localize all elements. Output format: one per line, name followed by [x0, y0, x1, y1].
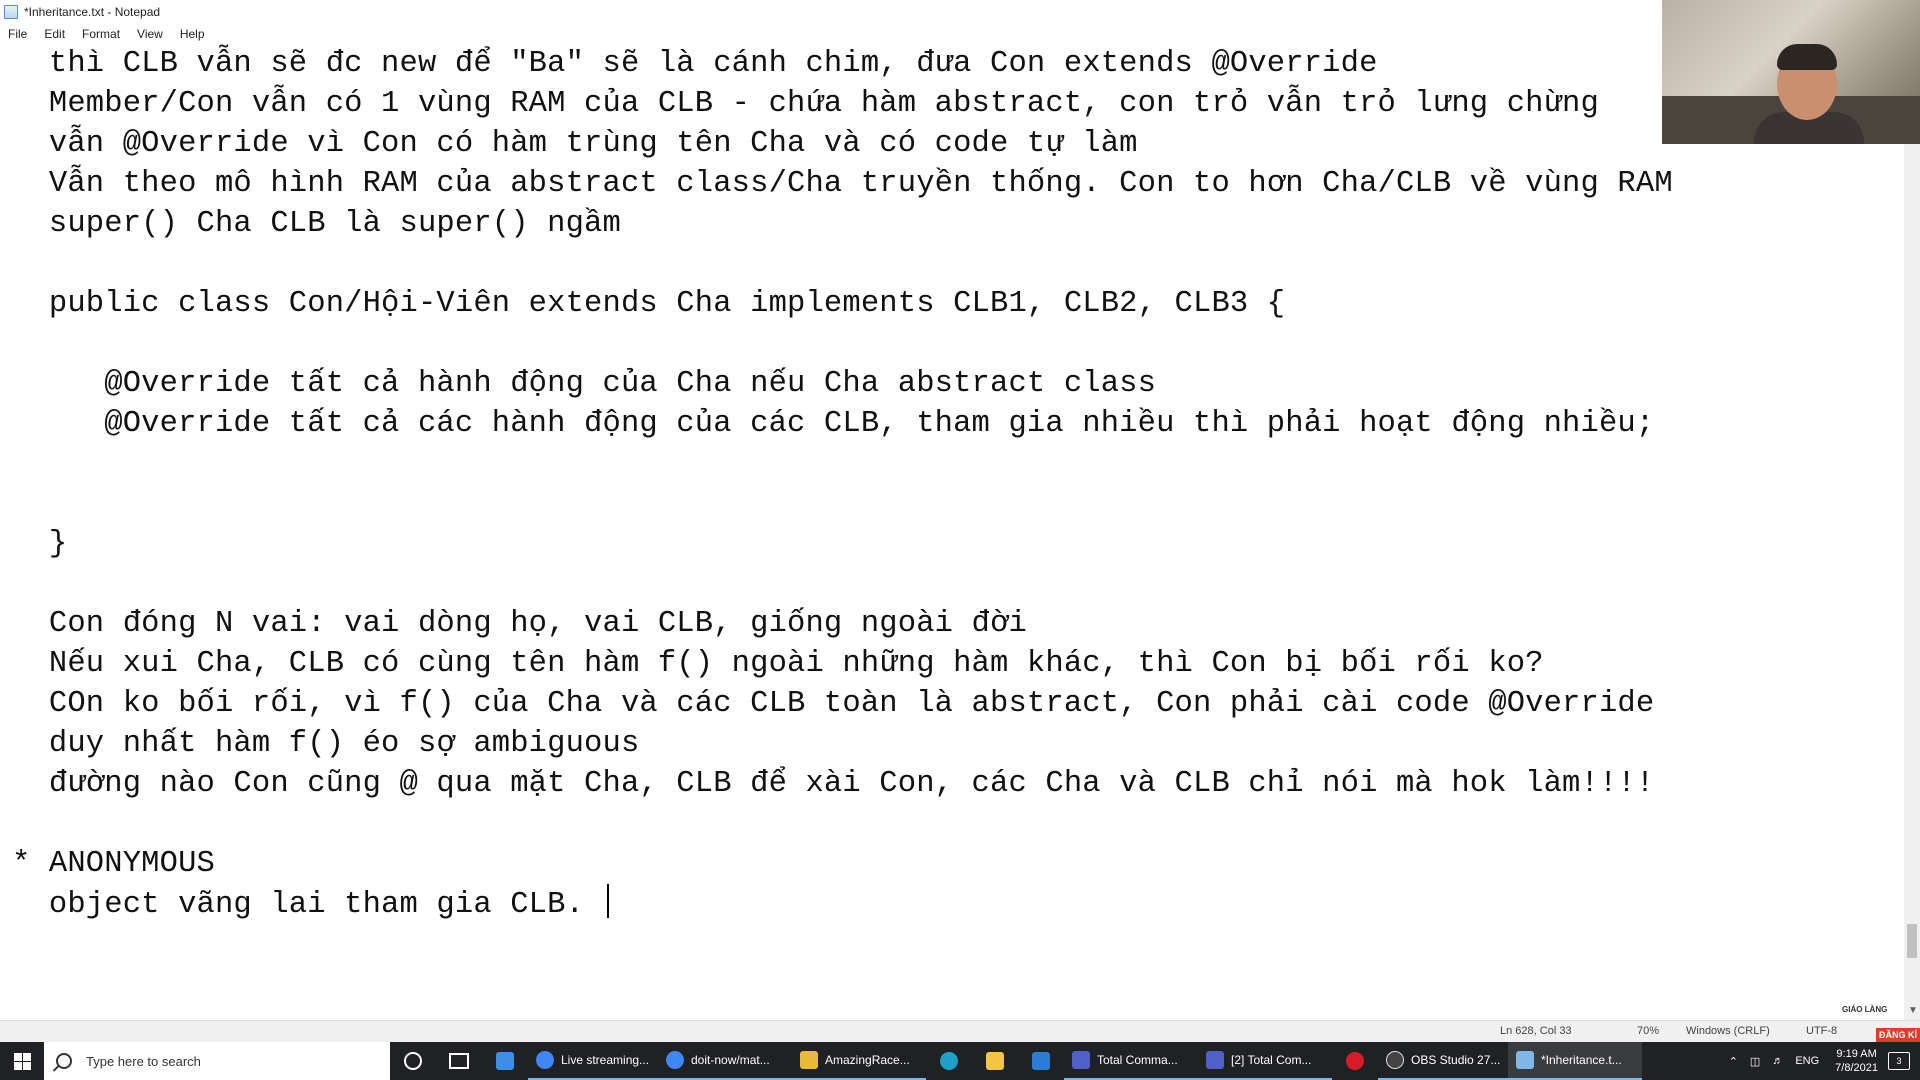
taskbar-app-label: doit-now/mat...: [691, 1053, 770, 1067]
text-caret: [606, 884, 609, 918]
network-icon[interactable]: ◫: [1750, 1055, 1760, 1068]
chrome-icon: [666, 1051, 684, 1069]
taskbar-app-amazingrace[interactable]: AmazingRace...: [792, 1042, 926, 1080]
taskbar-app-label: [2] Total Com...: [1231, 1053, 1312, 1067]
taskbar-app-notepad[interactable]: *Inheritance.t...: [1508, 1042, 1642, 1080]
title-bar: *Inheritance.txt - Notepad: [0, 0, 1920, 24]
mail-icon: [1032, 1052, 1050, 1070]
cortana-icon: [404, 1052, 422, 1070]
menu-view[interactable]: View: [129, 27, 172, 41]
notepad-icon: [4, 5, 18, 19]
opera-icon: [1346, 1052, 1364, 1070]
scrollbar-thumb[interactable]: [1907, 924, 1917, 958]
scroll-down-icon[interactable]: ▼: [1908, 1005, 1918, 1016]
edge-button[interactable]: [926, 1042, 972, 1080]
clock-date: 7/8/2021: [1835, 1062, 1878, 1074]
taskbar-app-total-commander-2[interactable]: [2] Total Com...: [1198, 1042, 1332, 1080]
editor-line: duy nhất hàm f() éo sợ ambiguous: [12, 727, 640, 761]
clock-time: 9:19 AM: [1836, 1048, 1877, 1060]
opera-button[interactable]: [1332, 1042, 1378, 1080]
taskbar: Type here to search Live streaming... do…: [0, 1042, 1920, 1080]
taskbar-search[interactable]: Type here to search: [44, 1042, 390, 1080]
file-explorer-button[interactable]: [972, 1042, 1018, 1080]
taskbar-app-label: *Inheritance.t...: [1541, 1053, 1622, 1067]
menu-file[interactable]: File: [0, 27, 36, 41]
disk-icon: [1072, 1051, 1090, 1069]
edge-icon: [940, 1052, 958, 1070]
clock[interactable]: 9:19 AM 7/8/2021: [1835, 1047, 1878, 1075]
search-placeholder: Type here to search: [86, 1053, 201, 1069]
presenter-hair: [1777, 44, 1837, 70]
editor-line: Con đóng N vai: vai dòng họ, vai CLB, gi…: [12, 607, 1027, 641]
task-view-icon: [449, 1053, 469, 1069]
taskbar-app-label: OBS Studio 27...: [1411, 1053, 1501, 1067]
search-icon: [56, 1053, 72, 1069]
cube-icon: [800, 1051, 818, 1069]
taskbar-app-label: AmazingRace...: [825, 1053, 910, 1067]
notification-icon[interactable]: 3: [1888, 1052, 1910, 1070]
encoding: UTF-8: [1806, 1025, 1838, 1037]
volume-icon[interactable]: ♬: [1772, 1055, 1783, 1067]
editor-line: object vãng lai tham gia CLB.: [12, 884, 609, 925]
windows-logo-icon: [13, 1052, 31, 1070]
cortana-button[interactable]: [390, 1042, 436, 1080]
menu-format[interactable]: Format: [74, 27, 129, 41]
store-button[interactable]: [482, 1042, 528, 1080]
taskbar-app-label: Live streaming...: [561, 1053, 650, 1067]
cursor-position: Ln 628, Col 33: [1500, 1025, 1572, 1037]
editor-line: thì CLB vẫn sẽ đc new để "Ba" sẽ là cánh…: [12, 47, 1378, 81]
line-ending: Windows (CRLF): [1686, 1025, 1770, 1037]
vertical-scrollbar[interactable]: ▼: [1904, 44, 1920, 1020]
editor-line: public class Con/Hội-Viên extends Cha im…: [12, 287, 1286, 321]
editor-line: @Override tất cả các hành động của các C…: [12, 407, 1655, 441]
editor-line: COn ko bối rối, vì f() của Cha và các CL…: [12, 687, 1655, 721]
zoom-level: 70%: [1637, 1025, 1660, 1037]
start-button[interactable]: [0, 1042, 44, 1080]
menu-bar: File Edit Format View Help: [0, 24, 214, 44]
taskbar-app-obs[interactable]: OBS Studio 27...: [1378, 1042, 1508, 1080]
store-icon: [496, 1052, 514, 1070]
taskbar-app-chrome-doit[interactable]: doit-now/mat...: [658, 1042, 792, 1080]
obs-icon: [1386, 1051, 1404, 1069]
editor-line: Nếu xui Cha, CLB có cùng tên hàm f() ngo…: [12, 647, 1544, 681]
editor-line: }: [12, 527, 68, 561]
task-view-button[interactable]: [436, 1042, 482, 1080]
editor-line: vẫn @Override vì Con có hàm trùng tên Ch…: [12, 127, 1138, 161]
folder-icon: [986, 1052, 1004, 1070]
taskbar-app-chrome-stream[interactable]: Live streaming...: [528, 1042, 658, 1080]
subscribe-badge: ĐĂNG KÍ: [1876, 1028, 1920, 1042]
webcam-overlay: [1662, 0, 1920, 144]
channel-brand: GIÁO LÀNG: [1842, 1005, 1888, 1014]
editor-line: super() Cha CLB là super() ngầm: [12, 207, 621, 241]
chevron-up-icon[interactable]: ⌃: [1729, 1055, 1738, 1068]
disk-icon: [1206, 1051, 1224, 1069]
editor-line: @Override tất cả hành động của Cha nếu C…: [12, 367, 1157, 401]
editor-line: Vẫn theo mô hình RAM của abstract class/…: [12, 167, 1673, 201]
chrome-icon: [536, 1051, 554, 1069]
system-tray: ⌃ ◫ ♬ ENG 9:19 AM 7/8/2021 3: [1723, 1042, 1920, 1080]
taskbar-app-label: Total Comma...: [1097, 1053, 1178, 1067]
menu-help[interactable]: Help: [172, 27, 214, 41]
taskbar-app-total-commander[interactable]: Total Comma...: [1064, 1042, 1198, 1080]
notepad-icon: [1516, 1051, 1534, 1069]
mail-button[interactable]: [1018, 1042, 1064, 1080]
language-indicator[interactable]: ENG: [1795, 1055, 1819, 1067]
menu-edit[interactable]: Edit: [36, 27, 74, 41]
editor-line: đường nào Con cũng @ qua mặt Cha, CLB để…: [12, 767, 1655, 801]
window-title: *Inheritance.txt - Notepad: [24, 5, 161, 19]
text-editor[interactable]: thì CLB vẫn sẽ đc new để "Ba" sẽ là cánh…: [0, 44, 1904, 1020]
editor-line: * ANONYMOUS: [12, 847, 215, 881]
editor-line: Member/Con vẫn có 1 vùng RAM của CLB - c…: [12, 87, 1599, 121]
status-bar: Ln 628, Col 33 70% Windows (CRLF) UTF-8: [0, 1020, 1920, 1043]
